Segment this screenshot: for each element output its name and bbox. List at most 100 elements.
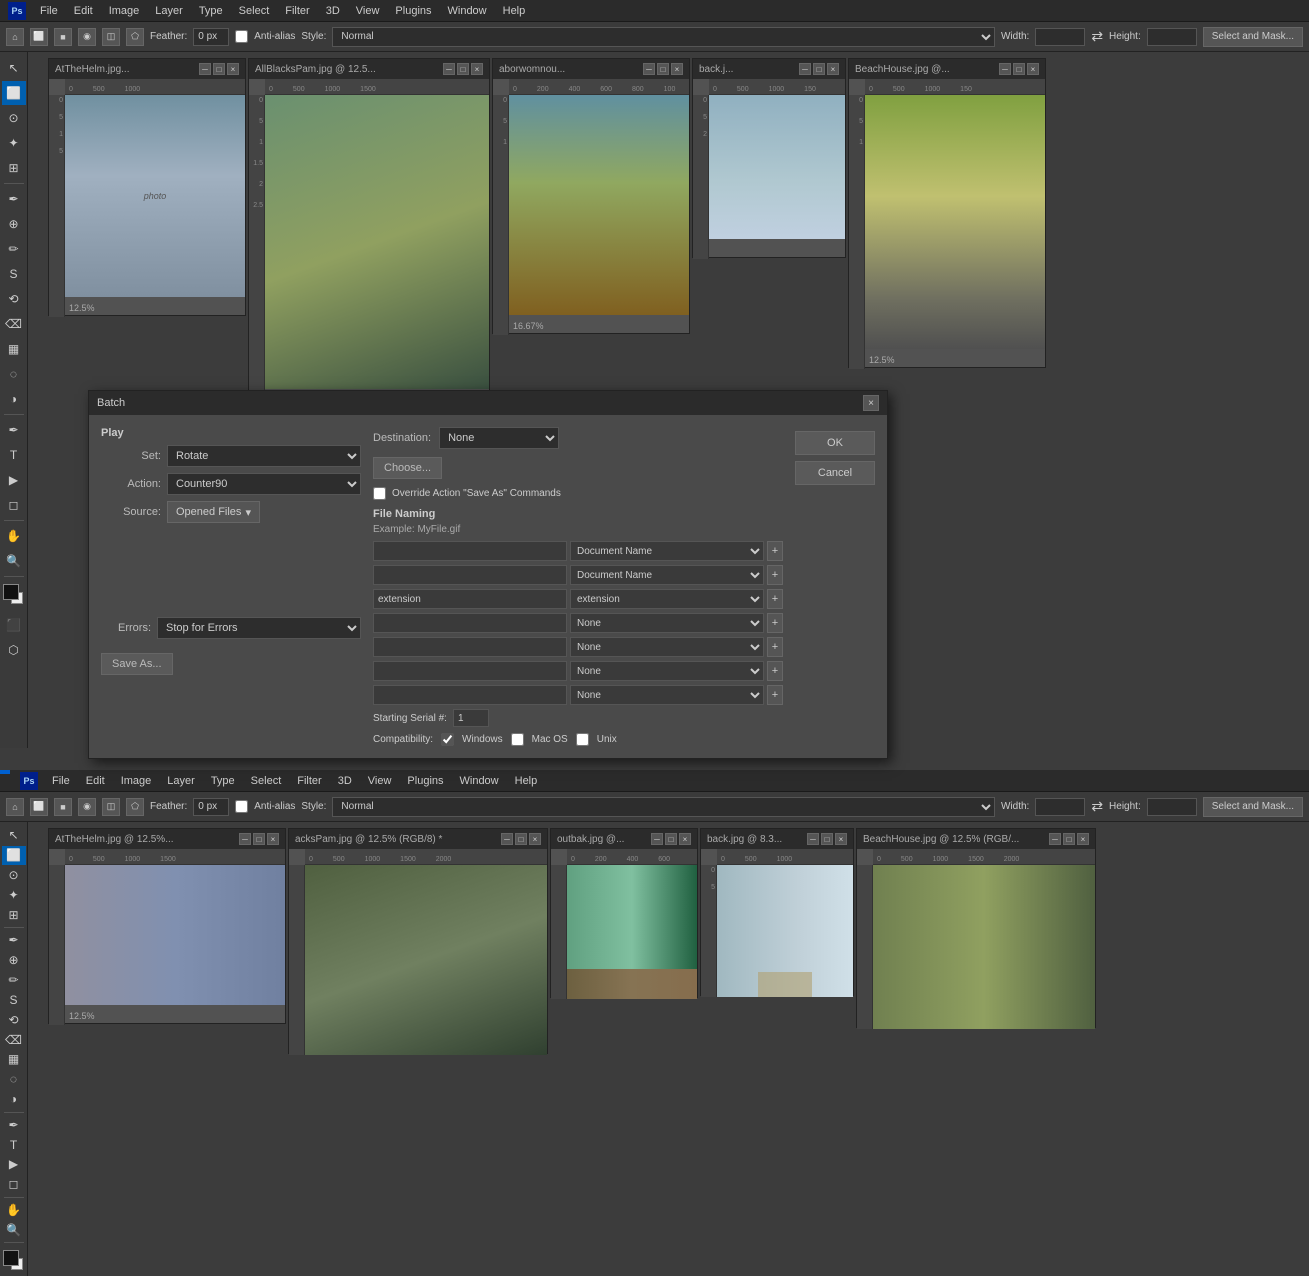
tool-marquee[interactable]: ⬜ (2, 81, 26, 105)
tool-shape[interactable]: ◻ (2, 493, 26, 517)
win-min-athelm-rot[interactable]: ─ (239, 833, 251, 845)
naming-select-3b[interactable]: extension (570, 589, 764, 609)
win-res-beach-rot[interactable]: □ (1063, 833, 1075, 845)
tool-stamp[interactable]: S (2, 262, 26, 286)
menu-select-top[interactable]: Select (233, 3, 276, 19)
tool-blur-bot[interactable]: ◌ (2, 1070, 26, 1089)
menu-help-bottom[interactable]: Help (509, 773, 544, 789)
win-close-back-rot[interactable]: × (835, 833, 847, 845)
feather-input-bot[interactable] (193, 798, 229, 816)
height-input[interactable] (1147, 28, 1197, 46)
naming-select-7b[interactable]: None (570, 685, 764, 705)
cancel-btn[interactable]: Cancel (795, 461, 875, 485)
tool-heal[interactable]: ⊕ (2, 212, 26, 236)
tool-eraser[interactable]: ⌫ (2, 312, 26, 336)
win-min-aborig-rot[interactable]: ─ (651, 833, 663, 845)
naming-plus-4[interactable]: + (767, 613, 783, 633)
action-select[interactable]: Counter90 (167, 473, 361, 495)
tool-lasso-bot[interactable]: ⊙ (2, 866, 26, 885)
menu-view-top[interactable]: View (350, 3, 386, 19)
style-select-bot[interactable]: Normal (332, 797, 995, 817)
tool-eraser-bot[interactable]: ⌫ (2, 1030, 26, 1049)
tool-hand[interactable]: ✋ (2, 524, 26, 548)
win-close-beach[interactable]: × (1027, 63, 1039, 75)
menu-3d-top[interactable]: 3D (320, 3, 346, 19)
tool-zoom-bot[interactable]: 🔍 (2, 1220, 26, 1239)
tool-heal-bot[interactable]: ⊕ (2, 951, 26, 970)
menu-3d-bottom[interactable]: 3D (332, 773, 358, 789)
tool-eyedropper-bot[interactable]: ✒ (2, 931, 26, 950)
anti-alias-check-bot[interactable] (235, 800, 248, 813)
tool-type-bot[interactable]: T (2, 1135, 26, 1154)
menu-view-bottom[interactable]: View (362, 773, 398, 789)
menu-filter-top[interactable]: Filter (279, 3, 315, 19)
tool-brush-bot[interactable]: ✏ (2, 971, 26, 990)
naming-select-4b[interactable]: None (570, 613, 764, 633)
win-minimize-aborig[interactable]: ─ (643, 63, 655, 75)
naming-plus-5[interactable]: + (767, 637, 783, 657)
source-btn[interactable]: Opened Files ▾ (167, 501, 260, 523)
serial-input[interactable] (453, 709, 489, 727)
compat-mac-check[interactable] (511, 733, 524, 746)
home-icon-bot[interactable]: ⌂ (6, 798, 24, 816)
naming-select-5b[interactable]: None (570, 637, 764, 657)
win-res-back-rot[interactable]: □ (821, 833, 833, 845)
tool-dodge-bot[interactable]: ◑ (2, 1090, 26, 1109)
win-close-back[interactable]: × (827, 63, 839, 75)
style-select[interactable]: Normal (332, 27, 995, 47)
destination-select[interactable]: None (439, 427, 559, 449)
win-min-back-rot[interactable]: ─ (807, 833, 819, 845)
home-icon[interactable]: ⌂ (6, 28, 24, 46)
height-input-bot[interactable] (1147, 798, 1197, 816)
tool-type[interactable]: T (2, 443, 26, 467)
win-close-allblacks[interactable]: × (471, 63, 483, 75)
naming-input-7a[interactable] (373, 685, 567, 705)
tool-gradient[interactable]: ▦ (2, 337, 26, 361)
lasso-marquee-bot[interactable]: ◫ (102, 798, 120, 816)
tool-crop-bot[interactable]: ⊞ (2, 905, 26, 924)
color-swatches-bot[interactable] (3, 1250, 25, 1272)
menu-edit-bottom[interactable]: Edit (80, 773, 111, 789)
menu-select-bottom[interactable]: Select (245, 773, 288, 789)
fg-color-bot[interactable] (3, 1250, 19, 1266)
naming-input-4a[interactable] (373, 613, 567, 633)
tool-move[interactable]: ↖ (2, 56, 26, 80)
menu-type-bottom[interactable]: Type (205, 773, 241, 789)
tool-history-bot[interactable]: ⟲ (2, 1010, 26, 1029)
swap-icon[interactable]: ⇄ (1091, 28, 1103, 45)
naming-select-2b[interactable]: Document Name (570, 565, 764, 585)
tool-screen-mode[interactable]: ⬛ (2, 613, 26, 637)
anti-alias-check[interactable] (235, 30, 248, 43)
width-input[interactable] (1035, 28, 1085, 46)
tool-move-bot[interactable]: ↖ (2, 826, 26, 845)
poly-marquee-bot[interactable]: ⬠ (126, 798, 144, 816)
tool-quick-select-bot[interactable]: ✦ (2, 886, 26, 905)
win-close-athelm[interactable]: × (227, 63, 239, 75)
tool-lasso[interactable]: ⊙ (2, 106, 26, 130)
override-check[interactable] (373, 487, 386, 500)
naming-input-6a[interactable] (373, 661, 567, 681)
choose-btn[interactable]: Choose... (373, 457, 442, 479)
win-res-athelm-rot[interactable]: □ (253, 833, 265, 845)
tool-marquee-bot[interactable]: ⬜ (2, 846, 26, 865)
tool-extra[interactable]: ⬡ (2, 638, 26, 662)
menu-layer-bottom[interactable]: Layer (161, 773, 201, 789)
tool-pen[interactable]: ✒ (2, 418, 26, 442)
win-restore-allblacks[interactable]: □ (457, 63, 469, 75)
tool-shape-bot[interactable]: ◻ (2, 1175, 26, 1194)
naming-plus-6[interactable]: + (767, 661, 783, 681)
menu-window-top[interactable]: Window (442, 3, 493, 19)
win-minimize-athelm[interactable]: ─ (199, 63, 211, 75)
win-restore-beach[interactable]: □ (1013, 63, 1025, 75)
circle-marquee[interactable]: ◉ (78, 28, 96, 46)
win-min-allblacks-rot[interactable]: ─ (501, 833, 513, 845)
circle-marquee-bot[interactable]: ◉ (78, 798, 96, 816)
naming-plus-7[interactable]: + (767, 685, 783, 705)
menu-plugins-top[interactable]: Plugins (389, 3, 437, 19)
menu-help-top[interactable]: Help (497, 3, 532, 19)
win-restore-aborig[interactable]: □ (657, 63, 669, 75)
win-minimize-back[interactable]: ─ (799, 63, 811, 75)
win-minimize-beach[interactable]: ─ (999, 63, 1011, 75)
tool-path-select[interactable]: ▶ (2, 468, 26, 492)
menu-plugins-bottom[interactable]: Plugins (401, 773, 449, 789)
